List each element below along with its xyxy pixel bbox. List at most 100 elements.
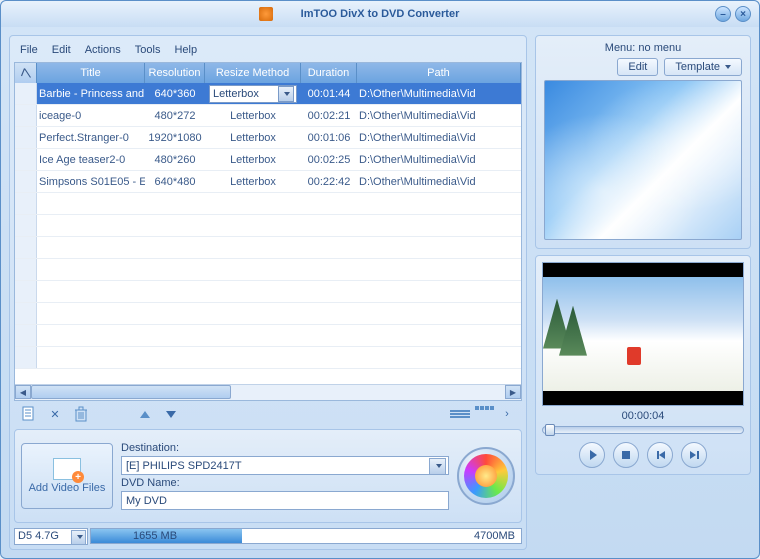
row-check[interactable] (15, 171, 37, 192)
burn-icon (464, 454, 508, 498)
cell-resize[interactable]: Letterbox (205, 105, 301, 126)
table-row[interactable]: Barbie - Princess and640*360Letterbox00:… (15, 83, 521, 105)
cell-resize[interactable]: Letterbox (205, 149, 301, 170)
add-video-icon (53, 458, 81, 480)
next-button[interactable] (681, 442, 707, 468)
row-check[interactable] (15, 127, 37, 148)
add-video-button[interactable]: Add Video Files (21, 443, 113, 509)
row-check[interactable] (15, 83, 37, 104)
cell-duration: 00:22:42 (301, 171, 357, 192)
disc-type-select[interactable]: D5 4.7G (14, 528, 88, 545)
seek-slider[interactable] (542, 426, 744, 434)
table-row[interactable]: iceage-0480*272Letterbox00:02:21D:\Other… (15, 105, 521, 127)
cell-title: Perfect.Stranger-0 (37, 127, 145, 148)
cell-path: D:\Other\Multimedia\Vid (357, 127, 521, 148)
chevron-down-icon (725, 65, 731, 69)
table-row[interactable]: Simpsons S01E05 - E640*480Letterbox00:22… (15, 171, 521, 193)
cell-resize[interactable]: Letterbox (205, 171, 301, 192)
disc-usage: D5 4.7G 1655 MB 4700MB (14, 527, 522, 545)
col-resize[interactable]: Resize Method (205, 63, 301, 83)
cell-path: D:\Other\Multimedia\Vid (357, 149, 521, 170)
col-duration[interactable]: Duration (301, 63, 357, 83)
next-icon (690, 451, 699, 459)
prev-icon (656, 451, 665, 459)
menu-preview-panel: Menu: no menu Edit Template (535, 35, 751, 249)
cell-resolution: 640*360 (145, 83, 205, 104)
cell-title: Simpsons S01E05 - E (37, 171, 145, 192)
seek-thumb[interactable] (545, 424, 555, 436)
toggle-panel-icon[interactable]: › (498, 405, 516, 423)
app-window: ImTOO DivX to DVD Converter – × File Edi… (0, 0, 760, 559)
close-button[interactable]: × (735, 6, 751, 22)
prev-button[interactable] (647, 442, 673, 468)
destination-select[interactable]: [E] PHILIPS SPD2417T (121, 456, 449, 475)
template-button[interactable]: Template (664, 58, 742, 76)
cell-title: Barbie - Princess and (37, 83, 145, 104)
titlebar: ImTOO DivX to DVD Converter – × (1, 1, 759, 27)
remove-icon[interactable]: ✕ (46, 405, 64, 423)
cell-title: Ice Age teaser2-0 (37, 149, 145, 170)
resize-select[interactable]: Letterbox (209, 85, 297, 103)
destination-label: Destination: (121, 442, 449, 454)
menu-tools[interactable]: Tools (135, 44, 161, 56)
table-row-empty (15, 237, 521, 259)
cell-resize[interactable]: Letterbox (205, 127, 301, 148)
video-preview (542, 262, 744, 406)
properties-icon[interactable] (20, 405, 38, 423)
playback-time: 00:00:04 (542, 410, 744, 422)
cell-duration: 00:01:06 (301, 127, 357, 148)
table-row-empty (15, 193, 521, 215)
table-row-empty (15, 325, 521, 347)
menu-actions[interactable]: Actions (85, 44, 121, 56)
edit-menu-button[interactable]: Edit (617, 58, 658, 76)
cell-path: D:\Other\Multimedia\Vid (357, 83, 521, 104)
table-row-empty (15, 281, 521, 303)
cell-resolution: 640*480 (145, 171, 205, 192)
add-video-label: Add Video Files (29, 482, 106, 494)
stop-button[interactable] (613, 442, 639, 468)
scroll-right-button[interactable]: ▶ (505, 385, 521, 399)
row-check[interactable] (15, 105, 37, 126)
col-resolution[interactable]: Resolution (145, 63, 205, 83)
table-row-empty (15, 347, 521, 369)
dvdname-input[interactable]: My DVD (121, 491, 449, 510)
cell-path: D:\Other\Multimedia\Vid (357, 105, 521, 126)
cell-duration: 00:01:44 (301, 83, 357, 104)
skier-figure (627, 347, 641, 365)
main-panel: File Edit Actions Tools Help Title Resol… (9, 35, 527, 550)
list-view-icon[interactable] (450, 406, 470, 422)
menu-file[interactable]: File (20, 44, 38, 56)
menubar: File Edit Actions Tools Help (14, 40, 522, 60)
move-up-icon[interactable] (136, 405, 154, 423)
scroll-left-button[interactable]: ◀ (15, 385, 31, 399)
trash-icon[interactable] (72, 405, 90, 423)
table-row-empty (15, 303, 521, 325)
table-row[interactable]: Perfect.Stranger-01920*1080Letterbox00:0… (15, 127, 521, 149)
scroll-thumb[interactable] (31, 385, 231, 399)
cell-duration: 00:02:25 (301, 149, 357, 170)
cell-resolution: 480*260 (145, 149, 205, 170)
col-path[interactable]: Path (357, 63, 521, 83)
burn-button[interactable] (457, 447, 515, 505)
menu-edit[interactable]: Edit (52, 44, 71, 56)
minimize-button[interactable]: – (715, 6, 731, 22)
play-icon (590, 450, 597, 460)
h-scrollbar[interactable]: ◀ ▶ (15, 384, 521, 400)
menu-status-label: Menu: no menu (544, 42, 742, 54)
list-toolbar: ✕ › (14, 401, 522, 427)
cell-resize[interactable]: Letterbox (205, 83, 301, 104)
col-check[interactable] (15, 63, 37, 83)
cell-resolution: 1920*1080 (145, 127, 205, 148)
play-button[interactable] (579, 442, 605, 468)
dvdname-label: DVD Name: (121, 477, 449, 489)
used-size: 1655 MB (91, 529, 521, 543)
grid-view-icon[interactable] (474, 406, 494, 422)
menu-help[interactable]: Help (174, 44, 197, 56)
cell-path: D:\Other\Multimedia\Vid (357, 171, 521, 192)
table-row[interactable]: Ice Age teaser2-0480*260Letterbox00:02:2… (15, 149, 521, 171)
move-down-icon[interactable] (162, 405, 180, 423)
output-panel: Add Video Files Destination: [E] PHILIPS… (14, 429, 522, 523)
row-check[interactable] (15, 149, 37, 170)
cell-resolution: 480*272 (145, 105, 205, 126)
col-title[interactable]: Title (37, 63, 145, 83)
